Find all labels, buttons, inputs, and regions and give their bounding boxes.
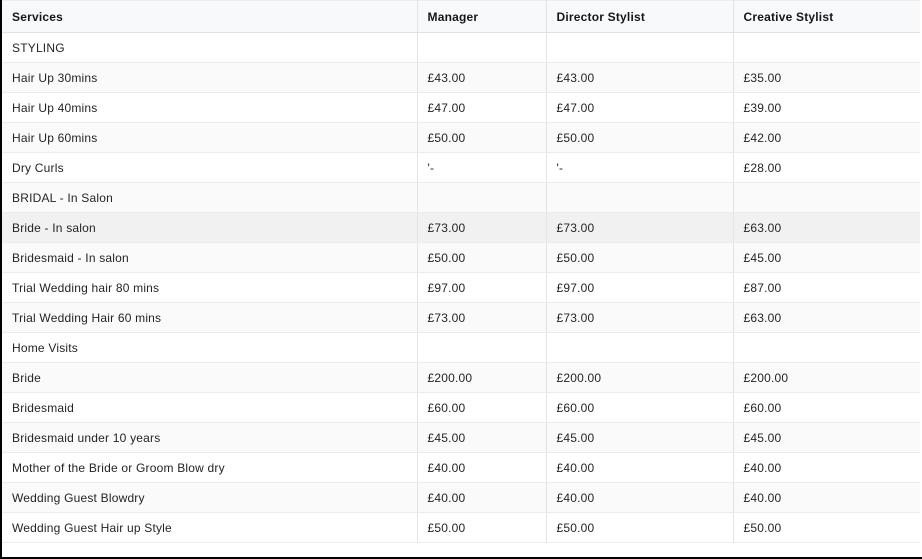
price-cell — [416, 182, 546, 213]
price-cell: £50.00 — [732, 512, 920, 543]
section-row[interactable]: BRIDAL - In Salon — [2, 182, 920, 213]
price-cell: £43.00 — [545, 62, 733, 93]
price-cell: £200.00 — [732, 362, 920, 393]
price-cell: '- — [545, 152, 733, 183]
price-cell: £97.00 — [545, 272, 733, 303]
section-row[interactable]: STYLING — [2, 32, 920, 63]
table-row[interactable]: Trial Wedding Hair 60 mins £73.00 £73.00 £6… — [2, 302, 920, 333]
header-row: Services Manager Director Stylist Creati… — [2, 0, 920, 33]
price-cell: £97.00 — [416, 272, 546, 303]
price-cell — [416, 332, 546, 363]
service-cell: Wedding Guest Blowdry — [2, 482, 417, 513]
price-cell — [732, 32, 920, 63]
table-row[interactable]: Wedding Guest Hair up Style £50.00 £50.00 £… — [2, 512, 920, 543]
price-cell: £50.00 — [545, 122, 733, 153]
table-row[interactable]: Bridesmaid - In salon £50.00 £50.00 £45.00 — [2, 242, 920, 273]
service-cell: Hair Up 60mins — [2, 122, 417, 153]
table-row[interactable]: Hair Up 40mins £47.00 £47.00 £39.00 — [2, 92, 920, 123]
section-row[interactable]: Home Visits — [2, 332, 920, 363]
service-cell: STYLING — [2, 32, 417, 63]
table-row[interactable]: Bride - In salon £73.00 £73.00 £63.00 — [2, 212, 920, 243]
price-cell: £73.00 — [545, 302, 733, 333]
price-cell — [545, 32, 733, 63]
column-header-director-stylist: Director Stylist — [545, 0, 733, 33]
price-cell: £60.00 — [416, 392, 546, 423]
service-cell: Trial Wedding Hair 60 mins — [2, 302, 417, 333]
price-cell: £39.00 — [732, 92, 920, 123]
table-body: STYLING Hair Up 30mins £43.00 £43.00 £35.00 H… — [2, 32, 920, 543]
column-header-manager: Manager — [416, 0, 546, 33]
price-cell: £45.00 — [732, 242, 920, 273]
price-cell — [416, 32, 546, 63]
price-cell: £42.00 — [732, 122, 920, 153]
price-cell: £35.00 — [732, 62, 920, 93]
service-cell: Home Visits — [2, 332, 417, 363]
table-row[interactable]: Wedding Guest Blowdry £40.00 £40.00 £40.00 — [2, 482, 920, 513]
price-cell: £47.00 — [416, 92, 546, 123]
price-cell: £73.00 — [416, 302, 546, 333]
table-row[interactable]: Trial Wedding hair 80 mins £97.00 £97.00 £8… — [2, 272, 920, 303]
table-row[interactable]: Hair Up 60mins £50.00 £50.00 £42.00 — [2, 122, 920, 153]
price-cell: £40.00 — [732, 482, 920, 513]
service-cell: Bridesmaid — [2, 392, 417, 423]
price-cell: £40.00 — [416, 482, 546, 513]
price-cell: £45.00 — [732, 422, 920, 453]
service-cell: Bride - In salon — [2, 212, 417, 243]
service-cell: Bridesmaid - In salon — [2, 242, 417, 273]
price-cell: £47.00 — [545, 92, 733, 123]
price-cell: £73.00 — [545, 212, 733, 243]
price-cell: £200.00 — [545, 362, 733, 393]
column-header-creative-stylist: Creative Stylist — [732, 0, 920, 33]
table-row[interactable]: Hair Up 30mins £43.00 £43.00 £35.00 — [2, 62, 920, 93]
price-cell — [545, 182, 733, 213]
price-cell: £40.00 — [545, 452, 733, 483]
price-cell: £73.00 — [416, 212, 546, 243]
service-cell: BRIDAL - In Salon — [2, 182, 417, 213]
service-cell: Bridesmaid under 10 years — [2, 422, 417, 453]
price-cell: £40.00 — [545, 482, 733, 513]
price-cell: £45.00 — [545, 422, 733, 453]
service-cell: Bride — [2, 362, 417, 393]
price-cell: '- — [416, 152, 546, 183]
table-row[interactable]: Dry Curls '- '- £28.00 — [2, 152, 920, 183]
service-cell: Hair Up 30mins — [2, 62, 417, 93]
price-cell — [732, 332, 920, 363]
price-cell: £63.00 — [732, 302, 920, 333]
price-cell — [545, 332, 733, 363]
price-cell: £60.00 — [732, 392, 920, 423]
service-cell: Trial Wedding hair 80 mins — [2, 272, 417, 303]
table-row[interactable]: Bridesmaid £60.00 £60.00 £60.00 — [2, 392, 920, 423]
table-row[interactable]: Mother of the Bride or Groom Blow dry £40… — [2, 452, 920, 483]
price-cell: £45.00 — [416, 422, 546, 453]
price-cell: £200.00 — [416, 362, 546, 393]
price-cell: £63.00 — [732, 212, 920, 243]
service-cell: Hair Up 40mins — [2, 92, 417, 123]
price-cell: £28.00 — [732, 152, 920, 183]
price-cell: £60.00 — [545, 392, 733, 423]
pricing-table: Services Manager Director Stylist Creati… — [2, 0, 920, 543]
service-cell: Dry Curls — [2, 152, 417, 183]
table-row[interactable]: Bride £200.00 £200.00 £200.00 — [2, 362, 920, 393]
service-cell: Mother of the Bride or Groom Blow dry — [2, 452, 417, 483]
price-cell: £50.00 — [416, 122, 546, 153]
price-cell: £40.00 — [416, 452, 546, 483]
price-cell: £40.00 — [732, 452, 920, 483]
price-cell: £50.00 — [545, 242, 733, 273]
service-cell: Wedding Guest Hair up Style — [2, 512, 417, 543]
price-cell: £50.00 — [545, 512, 733, 543]
price-cell: £50.00 — [416, 242, 546, 273]
table-row[interactable]: Bridesmaid under 10 years £45.00 £45.00 £45… — [2, 422, 920, 453]
price-cell: £50.00 — [416, 512, 546, 543]
price-cell — [732, 182, 920, 213]
price-cell: £43.00 — [416, 62, 546, 93]
price-cell: £87.00 — [732, 272, 920, 303]
column-header-services: Services — [2, 0, 417, 33]
pricing-page: Services Manager Director Stylist Creati… — [0, 0, 922, 559]
